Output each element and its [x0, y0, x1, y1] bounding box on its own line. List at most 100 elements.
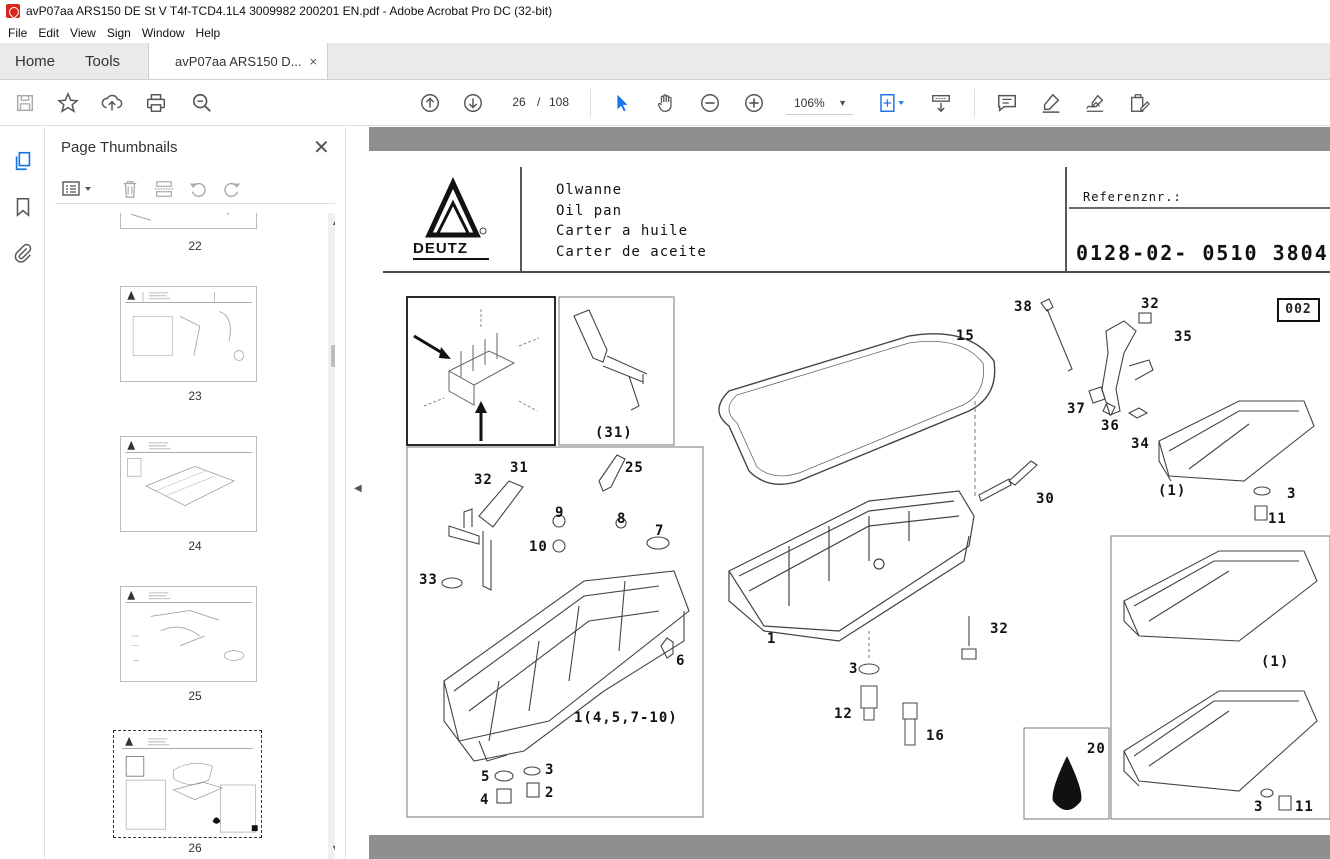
title-bar: avP07aa ARS150 DE St V T4f-TCD4.1L4 3009…	[0, 0, 1330, 22]
fit-page-icon[interactable]	[874, 91, 910, 115]
page-separator: /	[537, 95, 541, 109]
menu-file[interactable]: File	[4, 26, 34, 40]
part-number: 6	[676, 653, 686, 669]
part-number: 1(4,5,7-10)	[574, 710, 678, 726]
page-number-input[interactable]: 26	[505, 90, 533, 114]
reference-number: 0128-02- 0510 3804	[1076, 241, 1329, 265]
zoom-select[interactable]: 106% ▼	[786, 91, 853, 115]
part-number: 1	[767, 631, 777, 647]
thumbnails-panel: Page Thumbnails ✕ 22 23 24 25 26	[45, 127, 345, 859]
document-view[interactable]: DEUTZ Olwanne Oil pan Carter a huile Car…	[369, 127, 1330, 859]
scrollbar-thumb[interactable]	[331, 345, 335, 367]
part-number: 31	[510, 460, 529, 476]
part-number: 5	[481, 769, 491, 785]
thumbnail-label: 25	[188, 689, 202, 703]
part-number: 9	[555, 505, 565, 521]
page-thumbnail-26[interactable]	[109, 726, 266, 842]
toolbar-divider	[590, 89, 591, 117]
attachment-icon[interactable]	[11, 241, 35, 265]
tab-document-label: avP07aa ARS150 D...	[175, 53, 302, 69]
thumbnail-label: 23	[188, 389, 202, 403]
zoom-value: 106%	[794, 95, 825, 110]
menu-view[interactable]: View	[66, 26, 103, 40]
part-number: 35	[1174, 329, 1193, 345]
close-icon[interactable]: ✕	[313, 135, 330, 160]
tab-tools[interactable]: Tools	[70, 43, 148, 79]
thumbnail-options-icon[interactable]	[61, 178, 95, 200]
pdf-page: DEUTZ Olwanne Oil pan Carter a huile Car…	[369, 151, 1330, 835]
upload-icon[interactable]	[100, 91, 124, 115]
page-thumbnail-23[interactable]	[120, 286, 257, 382]
part-number: 3	[545, 762, 555, 778]
scroll-up-icon[interactable]: ▲	[331, 217, 335, 227]
menu-bar: File Edit View Sign Window Help	[0, 22, 1330, 43]
doc-title-fr: Carter a huile	[556, 223, 689, 239]
insert-page-icon[interactable]	[153, 178, 175, 200]
thumbnail-scrollbar[interactable]: ▲ ▼	[328, 213, 335, 859]
tab-close-icon[interactable]: ×	[309, 54, 317, 69]
part-number: 36	[1101, 418, 1120, 434]
scroll-mode-icon[interactable]	[929, 91, 953, 115]
part-number: 11	[1295, 799, 1314, 815]
part-number: 37	[1067, 401, 1086, 417]
zoom-out-icon[interactable]	[698, 91, 722, 115]
collapse-panel-icon[interactable]: ◀	[354, 483, 362, 494]
main-toolbar: 26 / 108 106% ▼	[0, 80, 1330, 126]
sign-icon[interactable]	[1083, 91, 1107, 115]
window-title: avP07aa ARS150 DE St V T4f-TCD4.1L4 3009…	[26, 4, 553, 18]
delete-page-icon[interactable]	[119, 178, 141, 200]
part-number: (1)	[1261, 654, 1290, 670]
part-number: 7	[655, 523, 665, 539]
part-number: 25	[625, 460, 644, 476]
part-number: 34	[1131, 436, 1150, 452]
zoom-in-icon[interactable]	[742, 91, 766, 115]
page-thumbnail-25[interactable]	[120, 586, 257, 682]
save-icon[interactable]	[13, 91, 37, 115]
doc-title-de: Olwanne	[556, 182, 623, 198]
rotate-left-icon[interactable]	[187, 178, 209, 200]
page-up-icon[interactable]	[418, 91, 442, 115]
rotate-right-icon[interactable]	[221, 178, 243, 200]
part-number: 11	[1268, 511, 1287, 527]
thumbnail-label: 22	[188, 239, 202, 253]
part-number: (31)	[595, 425, 633, 441]
toolbar-divider	[974, 89, 975, 117]
tab-home[interactable]: Home	[0, 43, 70, 79]
edit-sign-icon[interactable]	[1127, 91, 1151, 115]
thumbnail-label: 26	[188, 841, 202, 855]
select-cursor-icon[interactable]	[610, 91, 634, 115]
search-zoom-icon[interactable]	[190, 91, 214, 115]
part-number: 32	[474, 472, 493, 488]
menu-help[interactable]: Help	[192, 26, 228, 40]
tab-bar: Home Tools avP07aa ARS150 D... ×	[0, 43, 1330, 80]
doc-title-es: Carter de aceite	[556, 244, 707, 260]
comment-icon[interactable]	[995, 91, 1019, 115]
page-down-icon[interactable]	[461, 91, 485, 115]
part-number: 30	[1036, 491, 1055, 507]
page-code: 002	[1277, 298, 1320, 322]
part-number: (1)	[1158, 483, 1187, 499]
bookmark-star-icon[interactable]	[56, 91, 80, 115]
highlight-icon[interactable]	[1039, 91, 1063, 115]
panel-splitter[interactable]: ◀	[345, 127, 369, 859]
bookmark-icon[interactable]	[11, 195, 35, 219]
scroll-down-icon[interactable]: ▼	[331, 843, 335, 853]
part-number: 15	[956, 328, 975, 344]
print-icon[interactable]	[144, 91, 168, 115]
hand-icon[interactable]	[654, 91, 678, 115]
page-thumbnail-22[interactable]	[120, 213, 257, 229]
page-thumbnails-icon[interactable]	[11, 149, 35, 173]
page-thumbnail-24[interactable]	[120, 436, 257, 532]
reference-label: Referenznr.:	[1083, 190, 1182, 204]
chevron-down-icon: ▼	[838, 97, 847, 108]
menu-window[interactable]: Window	[138, 26, 192, 40]
part-number: 16	[926, 728, 945, 744]
part-number: 38	[1014, 299, 1033, 315]
menu-edit[interactable]: Edit	[34, 26, 66, 40]
menu-sign[interactable]: Sign	[103, 26, 138, 40]
acrobat-icon	[6, 4, 20, 18]
deutz-logo-text: DEUTZ	[413, 240, 468, 257]
part-number: 2	[545, 785, 555, 801]
thumbnail-list: 22 23 24 25 26	[55, 213, 335, 859]
tab-document[interactable]: avP07aa ARS150 D... ×	[148, 43, 329, 79]
